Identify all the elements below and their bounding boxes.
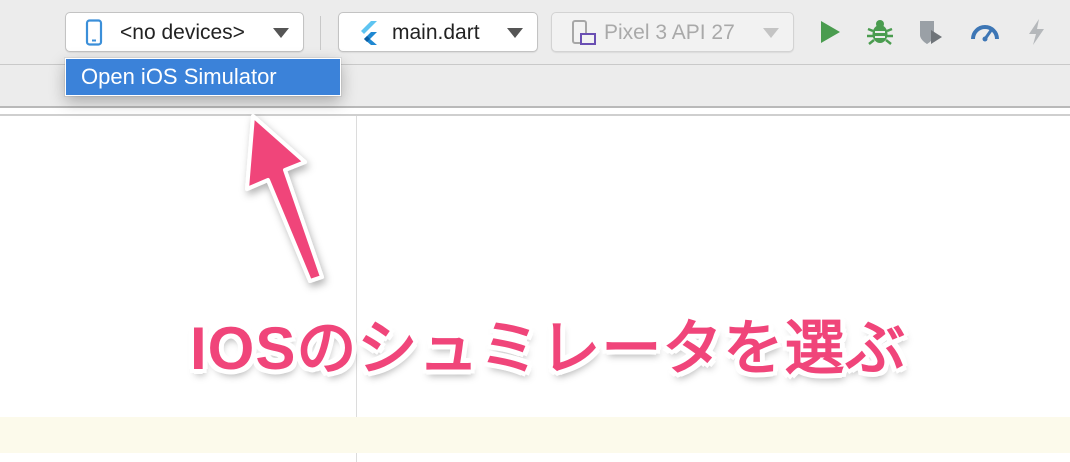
toolbar-separator [320, 16, 321, 50]
current-line-highlight [0, 417, 1070, 453]
chevron-down-icon [507, 28, 523, 38]
menu-item-open-ios-simulator[interactable]: Open iOS Simulator [66, 59, 340, 95]
bug-icon[interactable] [865, 17, 895, 47]
device-selector-label: <no devices> [120, 21, 245, 44]
device-dropdown-menu: Open iOS Simulator [65, 58, 341, 96]
emulator-selector[interactable]: Pixel 3 API 27 [551, 12, 794, 52]
device-selector[interactable]: <no devices> [65, 12, 304, 52]
phone-icon [84, 19, 104, 46]
gauge-icon[interactable] [970, 17, 1000, 47]
code-editor[interactable] [0, 116, 1070, 462]
chevron-down-icon [273, 28, 289, 38]
chevron-down-icon [763, 28, 779, 38]
lightning-icon[interactable] [1022, 17, 1052, 47]
shield-icon[interactable] [914, 17, 944, 47]
annotation-label: IOSのシュミレータを選ぶ [190, 315, 907, 382]
device-emulator-icon [570, 19, 598, 47]
run-config-label: main.dart [392, 21, 480, 44]
emulator-selector-label: Pixel 3 API 27 [604, 21, 735, 44]
play-icon[interactable] [815, 17, 845, 47]
editor-margin-line [356, 116, 357, 462]
run-config-selector[interactable]: main.dart [338, 12, 538, 52]
flutter-icon [357, 20, 379, 46]
main-toolbar: <no devices> main.dart Pixel 3 API 27 [0, 0, 1070, 65]
